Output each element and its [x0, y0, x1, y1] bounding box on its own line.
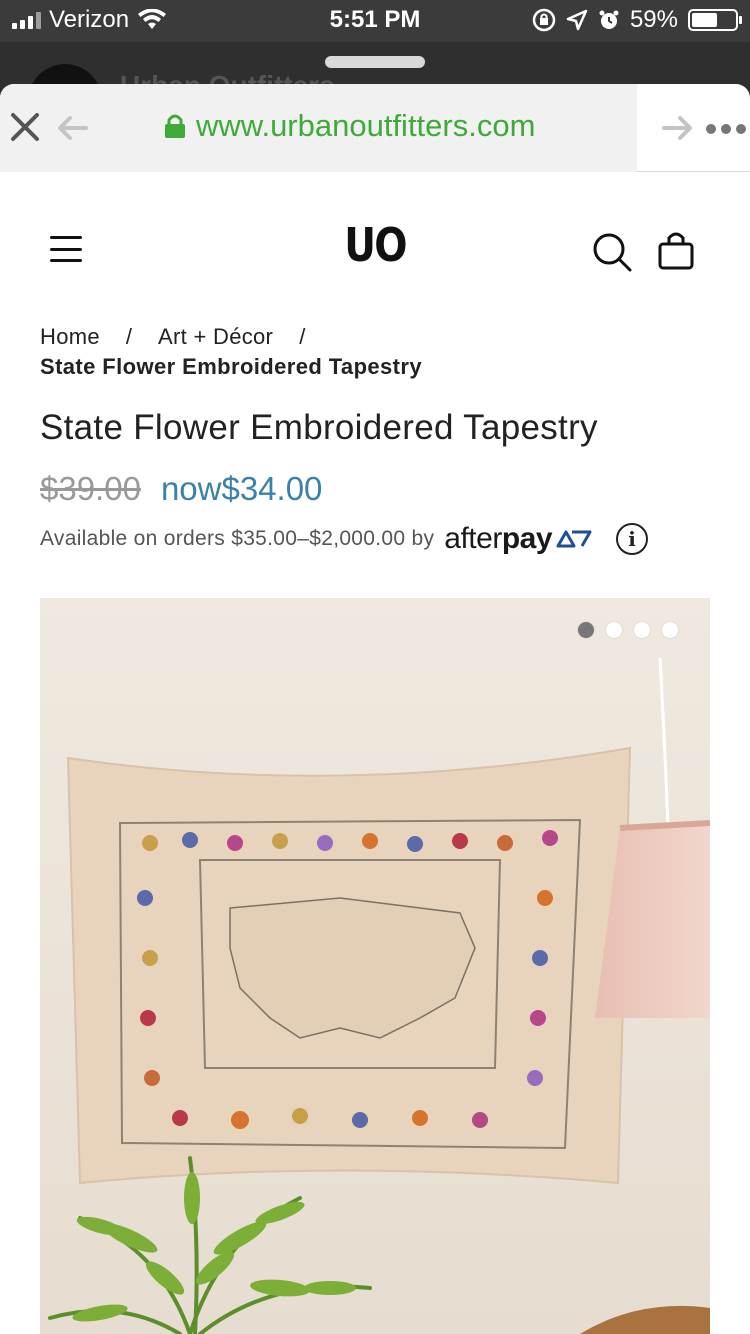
afterpay-text: Available on orders $35.00–$2,000.00 by: [40, 527, 435, 550]
carousel-dot[interactable]: [634, 622, 650, 638]
afterpay-logo-light: after: [444, 522, 502, 555]
forward-arrow-icon[interactable]: [660, 114, 694, 142]
rotation-lock-icon: [532, 8, 556, 32]
afterpay-arrows-icon: [556, 530, 592, 548]
breadcrumb-category[interactable]: Art + Décor: [158, 324, 273, 350]
info-icon[interactable]: i: [616, 523, 649, 555]
breadcrumb-home[interactable]: Home: [40, 324, 100, 350]
afterpay-logo-bold: pay: [501, 522, 553, 555]
breadcrumb-separator: /: [299, 324, 306, 349]
breadcrumb: Home / Art + Décor / State Flower Embroi…: [40, 324, 422, 380]
browser-bar: www.urbanoutfitters.com: [0, 84, 750, 172]
breadcrumb-separator: /: [125, 324, 133, 349]
carousel-dot[interactable]: [662, 622, 678, 638]
sheet-grabber[interactable]: [325, 56, 425, 68]
search-icon[interactable]: [592, 232, 632, 272]
more-icon[interactable]: [706, 124, 746, 134]
sale-price: now$34.00: [160, 470, 323, 507]
carousel-dot[interactable]: [578, 622, 594, 638]
bag-icon[interactable]: [658, 230, 694, 270]
afterpay-logo: after pay: [444, 522, 592, 556]
old-price: $39.00: [40, 470, 141, 507]
back-arrow-icon[interactable]: [56, 114, 90, 142]
lock-icon: [165, 114, 185, 138]
afterpay-row: Available on orders $35.00–$2,000.00 by …: [40, 522, 649, 556]
product-image[interactable]: [40, 598, 710, 1334]
site-header: UO: [0, 172, 750, 312]
location-icon: [566, 9, 588, 31]
carousel-dot[interactable]: [606, 622, 622, 638]
tapestry-photo: [40, 598, 710, 1334]
close-icon[interactable]: [8, 110, 42, 144]
status-bar: Verizon 5:51 PM 59%: [0, 0, 750, 42]
breadcrumb-current: State Flower Embroidered Tapestry: [40, 354, 423, 379]
price-row: $39.00 now$34.00: [40, 470, 322, 508]
url-text[interactable]: www.urbanoutfitters.com: [196, 108, 535, 144]
image-carousel-dots: [578, 622, 678, 638]
battery-icon: [688, 9, 742, 31]
battery-percent: 59%: [629, 6, 678, 33]
alarm-icon: [599, 10, 619, 29]
product-title: State Flower Embroidered Tapestry: [40, 408, 598, 447]
url-area[interactable]: www.urbanoutfitters.com: [0, 84, 637, 172]
